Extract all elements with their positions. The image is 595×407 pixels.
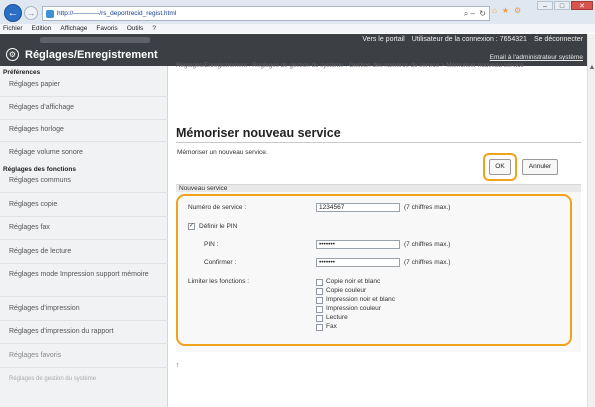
service-number-hint: (7 chiffres max.)	[404, 204, 451, 211]
page-description: Mémoriser un nouveau service.	[177, 149, 268, 156]
sidebar-item-scan[interactable]: Réglages de lecture	[9, 247, 164, 256]
portal-link[interactable]: Vers le portail	[362, 36, 404, 43]
login-user-text: Utilisateur de la connexion : 7654321	[411, 36, 527, 43]
menu-fichier[interactable]: Fichier	[3, 24, 23, 33]
sidebar-divider	[0, 296, 168, 297]
sidebar-divider	[0, 239, 168, 240]
home-icon[interactable]: ⌂	[492, 6, 497, 15]
logout-link[interactable]: Se déconnecter	[534, 36, 583, 43]
sidebar-section-functions: Réglages des fonctions	[3, 166, 76, 173]
address-bar[interactable]: http://————/rs_deportrecid_regist.html ⌕…	[42, 6, 490, 21]
sidebar-item-print[interactable]: Réglages d'impression	[9, 304, 164, 313]
sidebar-section-preferences: Préférences	[3, 69, 41, 76]
confirm-label: Confirmer :	[204, 259, 237, 266]
sidebar-item-paper[interactable]: Réglages papier	[9, 80, 164, 89]
menu-affichage[interactable]: Affichage	[60, 24, 87, 33]
sidebar-item-clock[interactable]: Réglages horloge	[9, 125, 164, 134]
restrict-fax-checkbox[interactable]	[316, 324, 323, 331]
back-button[interactable]: ←	[4, 4, 22, 22]
sidebar-divider	[0, 343, 168, 344]
restrict-copy-color-label: Copie couleur	[326, 287, 367, 294]
confirm-hint: (7 chiffres max.)	[404, 259, 451, 266]
restrict-functions-label: Limiter les fonctions :	[188, 278, 250, 285]
close-button[interactable]: ✕	[571, 1, 593, 10]
sidebar: Préférences Réglages papier Réglages d'a…	[0, 66, 168, 407]
minimize-button[interactable]: –	[537, 1, 553, 10]
menu-favoris[interactable]: Favoris	[96, 24, 117, 33]
sidebar-item-common[interactable]: Réglages communs	[9, 176, 164, 185]
restrict-print-color-label: Impression couleur	[326, 305, 381, 312]
ok-button[interactable]: OK	[489, 159, 511, 175]
service-number-input[interactable]: 1234567	[316, 203, 400, 212]
sidebar-item-display[interactable]: Réglages d'affichage	[9, 103, 164, 112]
sidebar-divider	[0, 367, 168, 368]
menu-bar: Fichier Edition Affichage Favoris Outils…	[0, 24, 595, 33]
menu-edition[interactable]: Edition	[32, 24, 52, 33]
header-logo-placeholder	[40, 37, 150, 43]
restrict-print-bw-checkbox[interactable]	[316, 297, 323, 304]
arrow-left-icon: ←	[7, 7, 19, 19]
restrict-fax-label: Fax	[326, 323, 337, 330]
pin-label: PIN :	[204, 241, 219, 248]
sidebar-divider	[0, 320, 168, 321]
sidebar-item-copy[interactable]: Réglages copie	[9, 200, 164, 209]
forward-button[interactable]: →	[24, 6, 38, 20]
url-text: http://————/rs_deportrecid_regist.html	[57, 10, 177, 17]
breadcrumb: Réglages/Enregistrement : Réglages de ge…	[176, 62, 524, 69]
settings-gear-icon: ⚙	[6, 48, 19, 61]
maximize-button[interactable]: □	[554, 1, 570, 10]
section-header-new-service: Nouveau service	[176, 184, 581, 192]
scroll-up-icon[interactable]: ▲	[588, 64, 595, 71]
restrict-print-color-checkbox[interactable]	[316, 306, 323, 313]
sidebar-item-volume[interactable]: Réglage volume sonore	[9, 148, 164, 157]
search-icon[interactable]: ⌕ –	[464, 9, 475, 19]
sidebar-divider	[0, 141, 168, 142]
restrict-copy-color-checkbox[interactable]	[316, 288, 323, 295]
restrict-copy-bw-checkbox[interactable]	[316, 279, 323, 286]
refresh-icon[interactable]: ↻	[479, 9, 486, 18]
favorites-star-icon[interactable]: ★	[502, 6, 509, 15]
tools-gear-icon[interactable]: ⚙	[514, 6, 521, 15]
pin-hint: (7 chiffres max.)	[404, 241, 451, 248]
sidebar-divider	[0, 263, 168, 264]
title-divider	[176, 142, 581, 143]
sidebar-item-system-management[interactable]: Réglages de gestion du système	[9, 375, 164, 384]
sidebar-item-report-print[interactable]: Réglages d'impression du rapport	[9, 327, 164, 336]
restrict-print-bw-label: Impression noir et blanc	[326, 296, 396, 303]
header-links: Vers le portail Utilisateur de la connex…	[362, 36, 583, 43]
checkmark-icon: ✓	[189, 223, 195, 229]
sidebar-item-memory-print[interactable]: Réglages mode Impression support mémoire	[9, 270, 164, 279]
sidebar-divider	[0, 119, 168, 120]
back-to-top-icon[interactable]: ↑	[176, 362, 180, 369]
sidebar-divider	[0, 216, 168, 217]
restrict-scan-checkbox[interactable]	[316, 315, 323, 322]
restrict-copy-bw-label: Copie noir et blanc	[326, 278, 381, 285]
sidebar-item-fax[interactable]: Réglages fax	[9, 223, 164, 232]
sidebar-item-favorites[interactable]: Réglages favoris	[9, 351, 164, 360]
menu-help[interactable]: ?	[152, 24, 156, 33]
page-title: Mémoriser nouveau service	[176, 126, 341, 140]
vertical-scrollbar[interactable]: ▲	[587, 34, 595, 407]
set-pin-label: Définir le PIN	[199, 223, 238, 230]
restrict-scan-label: Lecture	[326, 314, 348, 321]
confirm-input[interactable]: •••••••	[316, 258, 400, 267]
window-controls: – □ ✕	[537, 1, 593, 10]
arrow-right-icon: →	[26, 8, 36, 18]
set-pin-checkbox[interactable]: ✓	[188, 223, 195, 230]
page-favicon-icon	[46, 10, 54, 18]
browser-tool-icons: ⌂ ★ ⚙	[492, 6, 521, 15]
form-highlight	[176, 194, 572, 346]
app-title: Réglages/Enregistrement	[25, 49, 158, 61]
sidebar-divider	[0, 96, 168, 97]
pin-input[interactable]: •••••••	[316, 240, 400, 249]
service-number-label: Numéro de service :	[188, 204, 247, 211]
cancel-button[interactable]: Annuler	[522, 159, 558, 175]
admin-email-link[interactable]: Email à l'administrateur système	[490, 54, 583, 61]
sidebar-divider	[0, 192, 168, 193]
menu-outils[interactable]: Outils	[127, 24, 144, 33]
